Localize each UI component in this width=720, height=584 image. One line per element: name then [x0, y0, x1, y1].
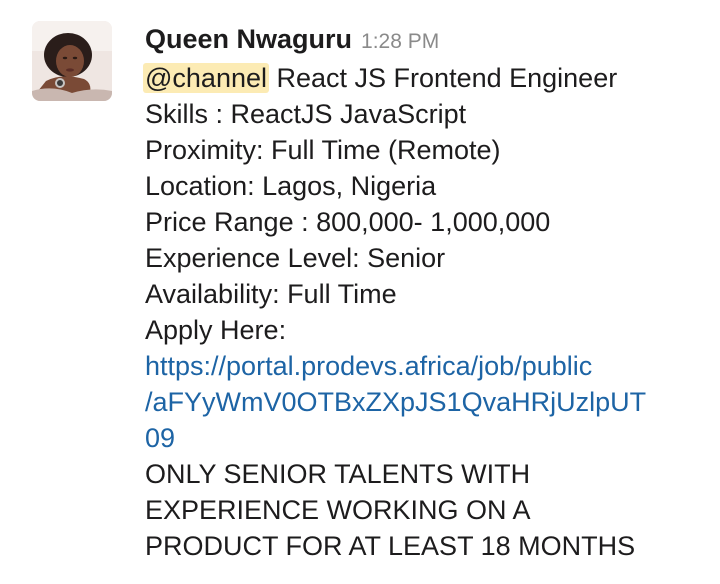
closing-line-3: PRODUCT FOR AT LEAST 18 MONTHS — [145, 531, 636, 561]
author-name[interactable]: Queen Nwaguru — [145, 24, 352, 55]
apply-link[interactable]: https://portal.prodevs.africa/job/public — [145, 351, 592, 381]
message-title-line: @channel React JS Frontend Engineer — [143, 60, 710, 96]
proximity-line: Proximity: Full Time (Remote) — [145, 135, 501, 165]
avatar-photo — [32, 21, 112, 101]
apply-link-continued[interactable]: /aFYyWmV0OTBxZXpJS1QvaHRjUzlpUT — [145, 387, 646, 417]
location-line: Location: Lagos, Nigeria — [145, 171, 437, 201]
closing-line-1: ONLY SENIOR TALENTS WITH — [145, 459, 531, 489]
apply-here-line: Apply Here: — [145, 315, 287, 345]
price-range-line: Price Range : 800,000- 1,000,000 — [145, 207, 551, 237]
apply-link-line-3: 09 — [145, 420, 710, 456]
message-header: Queen Nwaguru 1:28 PM — [145, 24, 710, 60]
closing-line-2: EXPERIENCE WORKING ON A — [145, 495, 531, 525]
job-title: React JS Frontend Engineer — [276, 63, 618, 93]
avatar[interactable] — [32, 21, 112, 101]
apply-link-line-2: /aFYyWmV0OTBxZXpJS1QvaHRjUzlpUT — [145, 384, 710, 420]
apply-link-end[interactable]: 09 — [145, 423, 175, 453]
message-content: Queen Nwaguru 1:28 PM @channel React JS … — [143, 24, 710, 564]
apply-link-line-1: https://portal.prodevs.africa/job/public — [145, 348, 710, 384]
skills-line: Skills : ReactJS JavaScript — [145, 99, 467, 129]
experience-level-line: Experience Level: Senior — [145, 243, 446, 273]
channel-mention[interactable]: @channel — [143, 63, 269, 93]
message-timestamp[interactable]: 1:28 PM — [361, 30, 439, 54]
availability-line: Availability: Full Time — [145, 279, 397, 309]
chat-message: Queen Nwaguru 1:28 PM @channel React JS … — [0, 0, 720, 584]
